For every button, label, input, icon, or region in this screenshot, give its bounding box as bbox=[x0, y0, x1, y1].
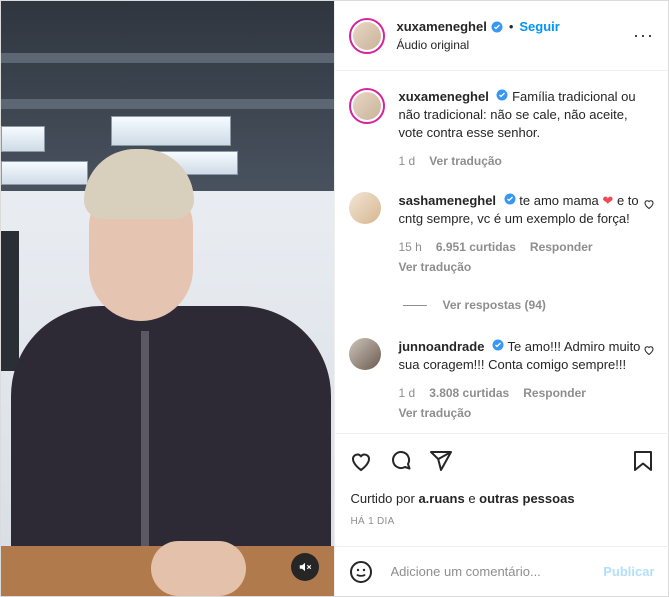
more-options-icon[interactable]: ··· bbox=[633, 25, 654, 46]
caption-translate-link[interactable]: Ver tradução bbox=[429, 152, 502, 170]
caption: xuxameneghel Família tradicional ou não … bbox=[335, 88, 669, 170]
comments-list[interactable]: xuxameneghel Família tradicional ou não … bbox=[335, 72, 669, 433]
volume-off-icon bbox=[299, 562, 311, 572]
comment-likes[interactable]: 3.808 curtidas bbox=[429, 384, 509, 402]
comment-item: junnoandrade Te amo!!! Admiro muito sua … bbox=[335, 338, 669, 422]
share-icon[interactable] bbox=[429, 449, 453, 473]
likes-prefix: Curtido por bbox=[350, 491, 415, 506]
comment-translate-link[interactable]: Ver tradução bbox=[399, 404, 472, 422]
liked-by-user[interactable]: a.ruans bbox=[418, 491, 464, 506]
action-bar bbox=[334, 433, 669, 488]
like-icon[interactable] bbox=[349, 449, 373, 473]
verified-icon bbox=[504, 193, 516, 205]
add-comment-bar: Publicar bbox=[334, 546, 669, 596]
comment-text: te amo mama bbox=[519, 193, 599, 208]
view-replies-label: Ver respostas (94) bbox=[442, 298, 546, 312]
reply-button[interactable]: Responder bbox=[523, 384, 586, 402]
ceiling-light bbox=[1, 126, 45, 152]
comment-username[interactable]: junnoandrade bbox=[399, 339, 485, 354]
reply-button[interactable]: Responder bbox=[530, 238, 593, 256]
comment-like-icon[interactable] bbox=[643, 198, 655, 210]
heart-emoji: ❤ bbox=[602, 193, 614, 208]
verified-icon bbox=[492, 339, 504, 351]
follow-button[interactable]: Seguir bbox=[519, 19, 559, 34]
comment-like-icon[interactable] bbox=[643, 344, 655, 356]
post-modal: xuxameneghel • Seguir Áudio original ···… bbox=[0, 0, 669, 597]
replies-divider bbox=[402, 304, 427, 306]
emoji-icon[interactable] bbox=[349, 560, 373, 584]
mute-button[interactable] bbox=[290, 553, 319, 581]
video-media[interactable] bbox=[1, 1, 334, 596]
ceiling-light bbox=[1, 161, 88, 185]
caption-username[interactable]: xuxameneghel bbox=[399, 89, 489, 104]
hoodie-zipper bbox=[141, 331, 149, 581]
verified-icon bbox=[491, 21, 503, 32]
ceiling-light bbox=[111, 116, 231, 146]
verified-icon bbox=[496, 89, 508, 101]
video-beam bbox=[1, 53, 334, 63]
audio-label[interactable]: Áudio original bbox=[397, 38, 634, 52]
comment-time[interactable]: 15 h bbox=[399, 238, 422, 256]
comment-icon[interactable] bbox=[389, 449, 413, 473]
separator-dot: • bbox=[508, 19, 514, 34]
view-replies-button[interactable]: Ver respostas (94) bbox=[402, 298, 669, 312]
caption-time[interactable]: 1 d bbox=[399, 152, 416, 170]
author-username[interactable]: xuxameneghel bbox=[397, 19, 487, 34]
post-sidebar: xuxameneghel • Seguir Áudio original ···… bbox=[333, 1, 669, 596]
save-icon[interactable] bbox=[631, 449, 655, 473]
commenter-avatar[interactable] bbox=[348, 338, 381, 370]
likes-middle: e bbox=[468, 491, 476, 506]
post-date: HÁ 1 DIA bbox=[350, 516, 395, 527]
comment-input[interactable] bbox=[388, 563, 604, 580]
likes-summary: Curtido por a.ruans e outras pessoas bbox=[351, 491, 575, 506]
video-window bbox=[1, 231, 19, 371]
caption-avatar[interactable] bbox=[348, 88, 385, 124]
comment-time[interactable]: 1 d bbox=[399, 384, 416, 402]
post-header: xuxameneghel • Seguir Áudio original ··· bbox=[334, 1, 668, 71]
commenter-avatar[interactable] bbox=[348, 192, 381, 224]
comment-translate-link[interactable]: Ver tradução bbox=[399, 258, 472, 276]
video-beam bbox=[1, 99, 334, 109]
liked-by-others[interactable]: outras pessoas bbox=[479, 491, 574, 506]
comment-likes[interactable]: 6.951 curtidas bbox=[436, 238, 516, 256]
comment-item: sashameneghel te amo mama ❤ e to cntg se… bbox=[335, 192, 669, 276]
comment-username[interactable]: sashameneghel bbox=[399, 193, 497, 208]
publish-button[interactable]: Publicar bbox=[603, 564, 654, 579]
author-avatar[interactable] bbox=[348, 17, 385, 54]
person-hand bbox=[151, 541, 246, 596]
